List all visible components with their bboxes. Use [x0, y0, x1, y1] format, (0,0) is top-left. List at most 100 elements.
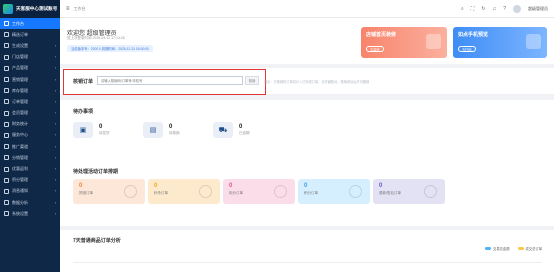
pending-card-refund[interactable]: 0 退款/售后订单	[373, 179, 445, 204]
bell-icon[interactable]: ♫	[492, 6, 496, 12]
sidebar-item-store[interactable]: 门店管理 ›	[0, 52, 60, 63]
sidebar-item-marketing[interactable]: 营销管理 ›	[0, 74, 60, 85]
sidebar-item-order-management[interactable]: 订单管理 ›	[0, 96, 60, 107]
sidebar-item-orders[interactable]: 精选订单	[0, 29, 60, 40]
bargain-icon	[274, 185, 287, 198]
verify-button[interactable]: 核销	[245, 76, 259, 85]
headset-icon	[4, 132, 9, 138]
sidebar-item-inventory[interactable]: 库存管理 ›	[0, 85, 60, 96]
chevron-right-icon: ›	[54, 155, 56, 160]
sidebar-item-label: 服务中心	[12, 132, 28, 138]
chart-gridline	[73, 262, 542, 263]
chevron-right-icon: ›	[54, 66, 56, 71]
sidebar-item-label: 订单管理	[12, 98, 28, 104]
pending-card-points[interactable]: 0 积分订单	[298, 179, 370, 204]
pending-card-flash[interactable]: 0 秒杀订单	[148, 179, 220, 204]
chart-legend: 交易总金额 成交总订单	[485, 246, 542, 251]
sidebar-item-label: 库存管理	[12, 87, 28, 93]
promo-decorate-button[interactable]: 去装修	[366, 46, 384, 52]
sidebar-item-label: 生成设置	[12, 42, 28, 48]
analytics-icon	[4, 200, 9, 206]
brand: 天客服中心测试账号	[0, 0, 60, 18]
legend-label: 交易总金额	[493, 247, 510, 251]
sidebar-item-workbench[interactable]: 工作台	[0, 18, 60, 30]
sidebar-item-label: 系统设置	[12, 210, 28, 216]
settings-icon	[4, 211, 9, 217]
chevron-right-icon: ›	[54, 167, 56, 172]
topbar: ≡ 工作台 ⌕ ⛶ ↻ ♫ ? 超级管理员	[60, 0, 554, 18]
decoration-illustration-icon	[426, 34, 441, 49]
todo-label: 待发货	[99, 131, 110, 135]
sidebar-item-label: 工作台	[12, 20, 24, 26]
sidebar-item-points[interactable]: 积分管理 ›	[0, 175, 60, 186]
legend-label: 成交总订单	[525, 247, 542, 251]
sidebar-item-analytics[interactable]: 数据分析 ›	[0, 197, 60, 208]
store-icon	[4, 54, 9, 60]
sidebar-item-members[interactable]: 会员管理 ›	[0, 108, 60, 119]
sidebar-item-label: 产品管理	[12, 65, 28, 71]
search-icon[interactable]: ⌕	[461, 6, 464, 12]
box-icon: ▣	[73, 122, 93, 138]
legend-item-amount[interactable]: 交易总金额	[485, 246, 510, 251]
brand-logo	[3, 4, 13, 14]
todo-label: 待核销	[169, 131, 180, 135]
chevron-right-icon: ›	[54, 200, 56, 205]
last-login: 您上次登录时间 2025-04-11 17:13:26	[67, 36, 125, 40]
chevron-right-icon: ›	[54, 189, 56, 194]
main-content: 欢迎您 超级管理员 您上次登录时间 2025-04-11 17:13:26 当前…	[60, 18, 554, 272]
sidebar-item-label: 消息通知	[12, 188, 28, 194]
megaphone-icon	[4, 77, 9, 83]
sidebar-item-label: 精选订单	[12, 31, 28, 37]
sidebar-item-system[interactable]: 系统设置 ›	[0, 208, 60, 219]
pending-orders-card: 待处理活动订单排期 0 拼团订单 0 秒杀订单 0 砍价订单 0 积分订单 0 …	[60, 164, 554, 226]
refresh-icon[interactable]: ↻	[481, 6, 485, 12]
help-icon[interactable]: ?	[503, 6, 506, 12]
gear-icon	[4, 43, 9, 49]
sidebar-item-settings[interactable]: 生成设置 ›	[0, 40, 60, 51]
chart-icon	[4, 121, 9, 127]
todo-label: 已逾期	[239, 131, 250, 135]
todo-item-overdue[interactable]: ⛟ 0 已逾期	[213, 118, 273, 142]
sidebar-item-products[interactable]: 产品管理 ›	[0, 63, 60, 74]
todo-count: 0	[169, 124, 173, 130]
promo-scan-button[interactable]: 去扫码	[458, 46, 476, 52]
menu-toggle-icon[interactable]: ≡	[66, 6, 70, 12]
sidebar-item-rebates[interactable]: 优惠返利 ›	[0, 163, 60, 174]
points-icon	[349, 185, 362, 198]
chevron-right-icon: ›	[54, 99, 56, 104]
user-name[interactable]: 超级管理员	[528, 6, 548, 12]
sidebar-item-service[interactable]: 服务中心 ›	[0, 130, 60, 141]
coupon-icon	[4, 166, 9, 172]
document-icon	[4, 32, 9, 38]
calendar-icon: ▤	[143, 122, 163, 138]
flash-sale-icon	[199, 185, 212, 198]
todo-item-ship[interactable]: ▣ 0 待发货	[73, 118, 133, 142]
sidebar-item-messages[interactable]: 消息通知 ›	[0, 186, 60, 197]
verify-code-input[interactable]	[97, 76, 243, 85]
sidebar-item-channels[interactable]: 推广渠道 ›	[0, 141, 60, 152]
breadcrumb: 工作台	[73, 5, 86, 11]
promo-mobile-preview[interactable]: 如点手机预览 去扫码	[453, 27, 547, 58]
fullscreen-icon[interactable]: ⛶	[471, 6, 475, 12]
legend-swatch	[517, 247, 524, 250]
sidebar-item-label: 门店管理	[12, 54, 28, 60]
chevron-right-icon: ›	[54, 178, 56, 183]
promo-shop-decoration[interactable]: 店铺首页装修 去装修	[361, 27, 447, 58]
bell-icon	[4, 188, 9, 194]
brand-name: 天客服中心测试账号	[16, 6, 58, 11]
todo-count: 0	[99, 124, 103, 130]
pending-card-group[interactable]: 0 拼团订单	[73, 179, 145, 204]
todo-count: 0	[239, 124, 243, 130]
sidebar-item-label: 营销管理	[12, 76, 28, 82]
legend-item-orders[interactable]: 成交总订单	[517, 246, 542, 251]
pending-card-bargain[interactable]: 0 砍价订单	[223, 179, 295, 204]
sidebar-item-finance[interactable]: 财务统计 ›	[0, 119, 60, 130]
todo-item-verify[interactable]: ▤ 0 待核销	[143, 118, 203, 142]
avatar[interactable]	[513, 4, 521, 13]
order-analysis-card: 7天普通商品订单分析 交易总金额 成交总订单	[60, 230, 554, 272]
sidebar-item-label: 数据分析	[12, 199, 28, 205]
product-icon	[4, 65, 9, 71]
sidebar-item-label: 分销管理	[12, 154, 28, 160]
sidebar-item-distribution[interactable]: 分销管理 ›	[0, 152, 60, 163]
verify-hint: 提示：已核销的订单将计入已完成订单，请仔细核对，核销成功后不可撤销	[264, 80, 370, 84]
